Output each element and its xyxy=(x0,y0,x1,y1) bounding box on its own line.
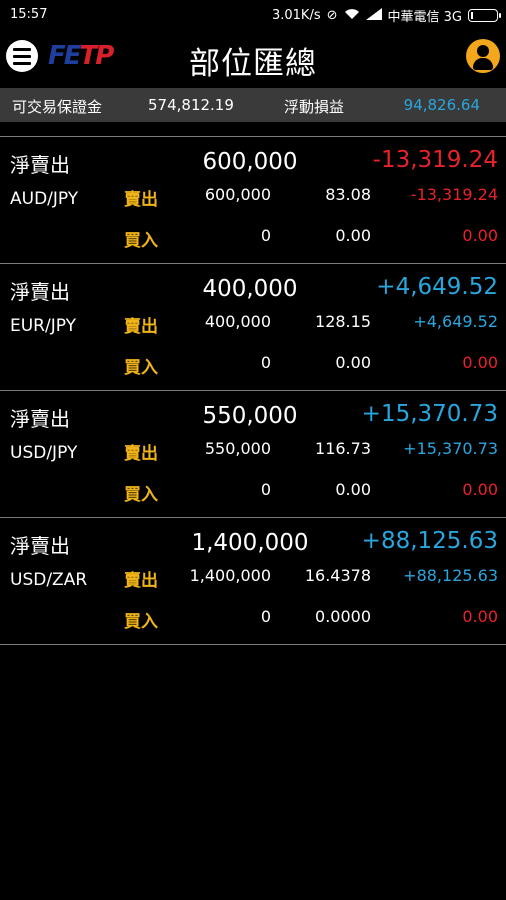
sell-label: 賣出 xyxy=(124,571,158,591)
position-item[interactable]: 淨賣出 EUR/JPY 400,000 +4,649.52 賣出 400,000… xyxy=(0,263,506,390)
net-quantity: 600,000 xyxy=(202,149,298,175)
carrier-name: 中華電信 3G xyxy=(387,10,462,25)
buy-price: 0.00 xyxy=(335,480,371,499)
user-icon xyxy=(477,45,489,57)
net-sell-label: 淨賣出 xyxy=(10,407,70,431)
sell-pl: +88,125.63 xyxy=(403,566,498,585)
net-quantity: 400,000 xyxy=(202,276,298,302)
buy-pl: 0.00 xyxy=(462,353,498,372)
page-title: 部位匯總 xyxy=(189,46,317,82)
buy-label: 買入 xyxy=(124,612,158,632)
currency-pair: AUD/JPY xyxy=(10,189,79,209)
sell-pl: +4,649.52 xyxy=(413,312,498,331)
net-quantity: 1,400,000 xyxy=(191,530,309,556)
sell-label: 賣出 xyxy=(124,190,158,210)
floating-pl-label: 浮動損益 xyxy=(284,98,345,116)
position-item[interactable]: 淨賣出 AUD/JPY 600,000 -13,319.24 賣出 600,00… xyxy=(0,136,506,263)
status-bar: 15:57 3.01K/s ⊘ 中華電信 3G xyxy=(0,0,506,30)
battery-icon xyxy=(468,9,501,22)
buy-quantity: 0 xyxy=(260,353,271,372)
net-pl: +15,370.73 xyxy=(361,401,498,427)
buy-price: 0.0000 xyxy=(315,607,371,626)
signal-icon xyxy=(365,7,382,24)
sell-pl: -13,319.24 xyxy=(410,185,498,204)
sell-quantity: 400,000 xyxy=(204,312,271,331)
currency-pair: EUR/JPY xyxy=(10,316,76,336)
network-speed: 3.01K/s xyxy=(271,8,321,23)
sell-pl: +15,370.73 xyxy=(403,439,498,458)
alarm-off-icon: ⊘ xyxy=(326,8,338,23)
sell-label: 賣出 xyxy=(124,444,158,464)
position-item[interactable]: 淨賣出 USD/JPY 550,000 +15,370.73 賣出 550,00… xyxy=(0,390,506,517)
net-sell-label: 淨賣出 xyxy=(10,153,70,177)
sell-price: 116.73 xyxy=(315,439,371,458)
sell-quantity: 600,000 xyxy=(204,185,271,204)
buy-quantity: 0 xyxy=(260,607,271,626)
sell-price: 16.4378 xyxy=(304,566,371,585)
buy-quantity: 0 xyxy=(260,480,271,499)
available-margin-value: 574,812.19 xyxy=(148,96,234,114)
buy-price: 0.00 xyxy=(335,353,371,372)
currency-pair: USD/JPY xyxy=(10,443,78,463)
net-pl: +88,125.63 xyxy=(361,528,498,554)
wifi-icon xyxy=(344,8,360,24)
net-sell-label: 淨賣出 xyxy=(10,534,70,558)
available-margin-label: 可交易保證金 xyxy=(12,98,103,116)
buy-label: 買入 xyxy=(124,485,158,505)
net-sell-label: 淨賣出 xyxy=(10,280,70,304)
account-summary: 可交易保證金 574,812.19 浮動損益 94,826.64 xyxy=(0,88,506,122)
sell-quantity: 1,400,000 xyxy=(189,566,271,585)
buy-label: 買入 xyxy=(124,358,158,378)
buy-pl: 0.00 xyxy=(462,226,498,245)
buy-price: 0.00 xyxy=(335,226,371,245)
buy-label: 買入 xyxy=(124,231,158,251)
position-list: 淨賣出 AUD/JPY 600,000 -13,319.24 賣出 600,00… xyxy=(0,136,506,645)
buy-pl: 0.00 xyxy=(462,607,498,626)
app-bar: FETP 部位匯總 xyxy=(0,30,506,86)
net-pl: +4,649.52 xyxy=(376,274,498,300)
net-quantity: 550,000 xyxy=(202,403,298,429)
buy-pl: 0.00 xyxy=(462,480,498,499)
user-profile-button[interactable] xyxy=(466,39,500,73)
currency-pair: USD/ZAR xyxy=(10,570,88,590)
position-item[interactable]: 淨賣出 USD/ZAR 1,400,000 +88,125.63 賣出 1,40… xyxy=(0,517,506,645)
status-icons: 3.01K/s ⊘ 中華電信 3G xyxy=(271,6,501,25)
sell-price: 83.08 xyxy=(325,185,371,204)
net-pl: -13,319.24 xyxy=(372,147,498,173)
sell-price: 128.15 xyxy=(315,312,371,331)
sell-quantity: 550,000 xyxy=(204,439,271,458)
status-time: 15:57 xyxy=(10,7,48,22)
sell-label: 賣出 xyxy=(124,317,158,337)
buy-quantity: 0 xyxy=(260,226,271,245)
floating-pl-value: 94,826.64 xyxy=(403,96,480,114)
